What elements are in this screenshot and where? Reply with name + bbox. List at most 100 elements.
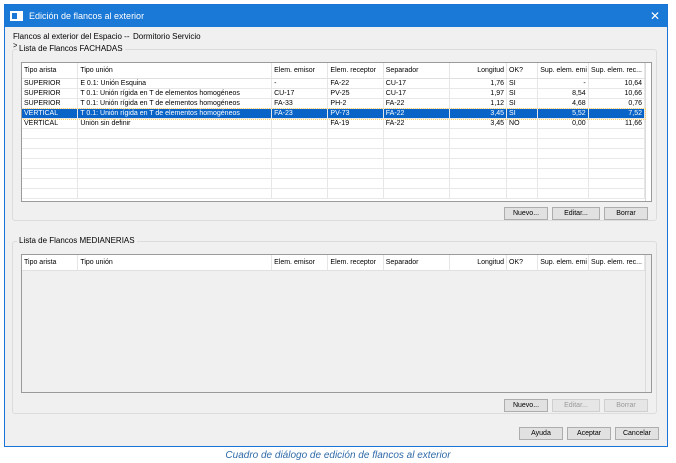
fachadas-cell [328,169,384,178]
fachadas-cell [22,139,79,148]
fachadas-cell [384,189,450,198]
fachadas-cell: T 0.1: Unión rígida en T de elementos ho… [78,99,273,108]
medianerias-edit-button[interactable]: Editar... [552,399,600,412]
fachadas-cell [589,149,645,158]
fachadas-cell: PV-25 [328,89,384,98]
fachadas-empty-row [22,139,645,149]
fachadas-cell [22,189,79,198]
fachadas-cell [507,179,539,188]
fachadas-cell [272,179,329,188]
window-title: Edición de flancos al exterior [29,11,145,21]
medianerias-column-header[interactable]: OK? [507,255,539,270]
fachadas-cell [507,189,539,198]
fachadas-delete-button[interactable]: Borrar [604,207,648,220]
fachadas-cell: SI [507,99,539,108]
fachadas-cell [22,159,79,168]
medianerias-table[interactable]: Tipo arista Tipo unión Elem. emisor Elem. r… [21,254,652,393]
footer-buttons: Ayuda Aceptar Cancelar [519,427,659,440]
fachadas-new-button[interactable]: Nuevo... [504,207,548,220]
accept-button[interactable]: Aceptar [567,427,611,440]
fachadas-cell: 0,00 [538,119,589,128]
fachadas-cell: CU-17 [384,89,450,98]
fachadas-cell [272,159,329,168]
fachadas-cell: CU-17 [384,79,450,88]
medianerias-title: Lista de Flancos MEDIANERIAS [17,236,137,245]
fachadas-cell [272,189,329,198]
fachadas-cell [384,149,450,158]
fachadas-cell: E 0.1: Unión Esquina [78,79,273,88]
fachadas-cell [384,169,450,178]
fachadas-column-header[interactable]: Elem. emisor [272,63,329,78]
fachadas-empty-row [22,189,645,199]
fachadas-column-header[interactable]: OK? [507,63,539,78]
fachadas-cell [384,179,450,188]
fachadas-cell: CU-17 [272,89,329,98]
fachadas-row[interactable]: VERTICAL Unión sin definir FA-19 FA-22 3,45 N… [22,119,645,129]
fachadas-table[interactable]: Tipo arista Tipo unión Elem. emisor Elem. r… [21,62,652,202]
fachadas-column-header[interactable]: Tipo arista [22,63,79,78]
fachadas-column-header[interactable]: Separador [384,63,450,78]
fachadas-cell: NO [507,119,539,128]
cancel-button[interactable]: Cancelar [615,427,659,440]
fachadas-cell [450,179,508,188]
fachadas-row[interactable]: VERTICAL T 0.1: Unión rígida en T de elem… [22,108,646,120]
medianerias-delete-button[interactable]: Borrar [604,399,648,412]
fachadas-cell: 11,66 [589,119,645,128]
close-icon[interactable]: ✕ [647,8,663,24]
fachadas-cell: SUPERIOR [22,89,79,98]
dialog-window: Edición de flancos al exterior ✕ Flancos… [4,4,668,447]
medianerias-column-header[interactable]: Separador [384,255,450,270]
fachadas-column-header[interactable]: Longitud [450,63,508,78]
fachadas-cell [272,149,329,158]
fachadas-cell [538,149,589,158]
fachadas-column-header[interactable]: Sup. elem. rec... [589,63,645,78]
fachadas-cell [538,139,589,148]
fachadas-cell [538,169,589,178]
fachadas-cell: T 0.1: Unión rígida en T de elementos ho… [78,89,273,98]
fachadas-column-header[interactable]: Tipo unión [78,63,273,78]
medianerias-column-header[interactable]: Tipo unión [78,255,273,270]
fachadas-cell [450,139,508,148]
fachadas-cell: VERTICAL [22,119,79,128]
medianerias-column-header[interactable]: Sup. elem. emi [538,255,589,270]
medianerias-column-header[interactable]: Elem. emisor [272,255,329,270]
fachadas-cell [384,139,450,148]
fachadas-row[interactable]: SUPERIOR E 0.1: Unión Esquina - FA-22 CU-17 1… [22,79,645,89]
fachadas-cell [22,169,79,178]
fachadas-cell: FA-19 [328,119,384,128]
fachadas-cell [384,159,450,168]
fachadas-row[interactable]: SUPERIOR T 0.1: Unión rígida en T de elem… [22,89,645,99]
fachadas-row[interactable]: SUPERIOR T 0.1: Unión rígida en T de elem… [22,99,645,109]
fachadas-cell: 5,52 [538,109,589,118]
fachadas-column-header[interactable]: Elem. receptor [328,63,384,78]
medianerias-column-header[interactable]: Elem. receptor [328,255,384,270]
window-app-icon [10,11,23,21]
medianerias-table-blank [646,255,651,392]
fachadas-cell [589,189,645,198]
medianerias-group: Lista de Flancos MEDIANERIAS Tipo arista… [12,236,657,414]
fachadas-cell [272,129,329,138]
fachadas-cell [538,159,589,168]
fachadas-cell [589,129,645,138]
fachadas-cell [272,139,329,148]
fachadas-cell [22,129,79,138]
medianerias-column-header[interactable]: Sup. elem. rec... [589,255,645,270]
help-button[interactable]: Ayuda [519,427,563,440]
figure-caption: Cuadro de diálogo de edición de flancos … [225,450,451,461]
fachadas-group: Lista de Flancos FACHADAS Tipo arista Tip… [12,44,657,221]
fachadas-column-header[interactable]: Sup. elem. emi [538,63,589,78]
fachadas-cell [450,169,508,178]
fachadas-cell: FA-23 [272,109,329,118]
medianerias-column-header[interactable]: Longitud [450,255,508,270]
medianerias-new-button[interactable]: Nuevo... [504,399,548,412]
fachadas-edit-button[interactable]: Editar... [552,207,600,220]
fachadas-cell: SI [507,89,539,98]
fachadas-cell: 8,54 [538,89,589,98]
fachadas-cell [507,149,539,158]
fachadas-cell [78,149,273,158]
fachadas-cell [78,169,273,178]
medianerias-column-header[interactable]: Tipo arista [22,255,79,270]
fachadas-cell: - [272,79,329,88]
fachadas-cell [538,189,589,198]
fachadas-cell [450,149,508,158]
